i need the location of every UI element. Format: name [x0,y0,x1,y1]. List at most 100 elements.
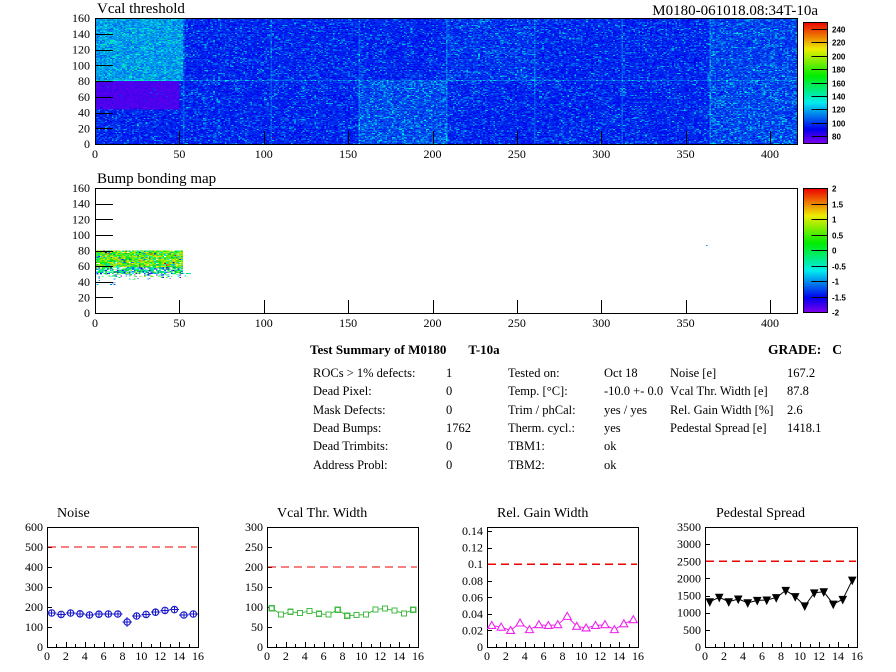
x-tick-label: 4 [302,649,308,663]
plot-frame [47,527,199,648]
colorbar-tick-label: 220 [832,39,846,48]
y-tick-label: 600 [25,520,43,534]
x-tick-label: 2 [283,649,289,663]
summary-label: Tested on: [508,366,560,380]
summary-label: Pedestal Spread [e] [670,420,767,435]
data-point [268,605,275,612]
summary-value: 0 [446,439,453,454]
colorbar-tick-label: 2 [832,185,837,194]
x-tick-label: 10 [575,649,587,663]
x-tick-label: 2 [63,649,69,663]
data-point [296,609,304,617]
colorbar-tick-label: 1 [832,216,837,225]
data-point [315,610,322,617]
summary-label: Dead Pixel: [313,384,372,399]
x-tick-label: 8 [120,649,126,663]
summary-value: yes [604,420,621,435]
summary-label: Therm. cycl.: [508,420,575,435]
grade-label: GRADE: C [768,342,842,358]
data-point [533,619,544,629]
x-tick-label: 100 [255,316,273,330]
summary-value: Oct 18 [604,366,638,380]
data-point [278,611,285,618]
y-tick-label: 100 [72,58,90,72]
grade-caption: GRADE: [768,342,822,357]
data-point [57,610,65,619]
y-tick-label: 120 [72,212,90,226]
x-tick-label: 16 [851,649,863,663]
data-point [714,593,724,603]
colorbar-tick-label: 120 [832,106,846,115]
data-series-line [491,615,634,631]
x-tick-label: 4 [740,649,746,663]
x-tick-label: 0 [702,649,708,663]
x-tick-label: 350 [677,316,695,330]
data-point [581,622,592,632]
x-tick-label: 150 [339,147,357,161]
data-point [838,595,848,605]
summary-label: Vcal Thr. Width [e] [670,384,768,399]
colorbar-tick-label: 140 [832,93,846,102]
x-tick-label: 0 [92,147,98,161]
data-point [410,606,417,613]
y-tick-label: 20 [78,290,90,304]
data-point [743,599,753,608]
y-tick-label: 0 [84,306,90,320]
data-point [600,619,610,629]
x-tick-label: 200 [424,316,442,330]
x-tick-label: 12 [813,649,825,663]
data-point [781,586,791,596]
summary-label: Rel. Gain Width [%] [670,402,774,417]
x-tick-label: 16 [412,649,424,663]
y-tick-label: 3500 [677,520,701,534]
summary-value: 87.8 [787,384,809,399]
test-report-page: 0 20 40 60 80 100 120 140 160 0 50 100 150 200 250 300 3… [0,0,896,672]
data-point [628,614,639,624]
y-tick-label: 1000 [677,606,701,620]
x-tick-label: 6 [759,649,765,663]
x-tick-label: 10 [135,649,147,663]
summary-value: -10.0 +- 0.0 [604,384,664,399]
x-tick-label: 6 [321,649,327,663]
y-tick-label: 140 [72,27,90,41]
data-point [571,621,582,630]
data-point [306,607,313,615]
y-tick-label: 500 [683,623,701,637]
data-point [762,596,772,606]
colorbar-tick-label: 0 [832,247,837,256]
bump-colorbar [803,188,827,312]
x-tick-label: 300 [592,316,610,330]
vcal-map-title: Vcal threshold [97,1,185,17]
y-tick-label: 200 [25,600,43,614]
y-tick-label: 60 [78,90,90,104]
x-tick-label: 4 [82,649,88,663]
summary-value: 0 [446,402,453,417]
data-point [142,610,150,619]
x-tick-label: 250 [508,316,526,330]
data-point [325,611,332,618]
summary-value: 1418.1 [787,420,822,435]
y-tick-label: 80 [78,74,90,88]
y-tick-label: 20 [78,121,90,135]
summary-value: 0 [446,384,453,399]
colorbar-tick-label: 0.5 [832,232,844,241]
y-tick-label: 100 [25,620,43,634]
x-tick-label: 150 [339,316,357,330]
y-tick-label: 0 [84,137,90,151]
y-tick-label: 60 [78,259,90,273]
data-point [132,612,141,620]
colorbar-tick-label: 240 [832,26,846,35]
pedestal-plot-title: Pedestal Spread [716,506,806,521]
x-tick-label: 8 [560,649,566,663]
x-tick-label: 14 [613,649,625,663]
summary-label: Dead Bumps: [313,420,382,435]
data-point [180,611,188,619]
data-point [76,609,84,618]
y-tick-label: 0 [477,640,483,654]
y-tick-label: 40 [78,106,90,120]
y-tick-label: 150 [245,580,263,594]
grade-value: C [832,342,842,357]
summary-value: yes / yes [604,402,648,417]
data-point [552,619,563,629]
y-tick-label: 160 [72,11,90,25]
